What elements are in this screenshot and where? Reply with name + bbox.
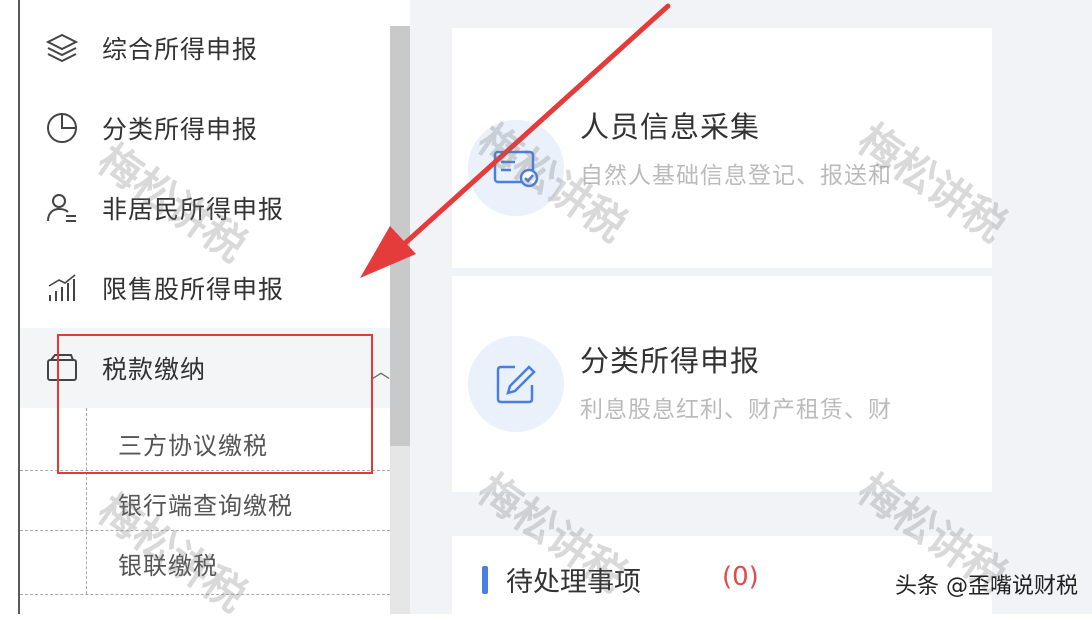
source-credit: 头条 @歪嘴说财税 — [895, 574, 1078, 599]
